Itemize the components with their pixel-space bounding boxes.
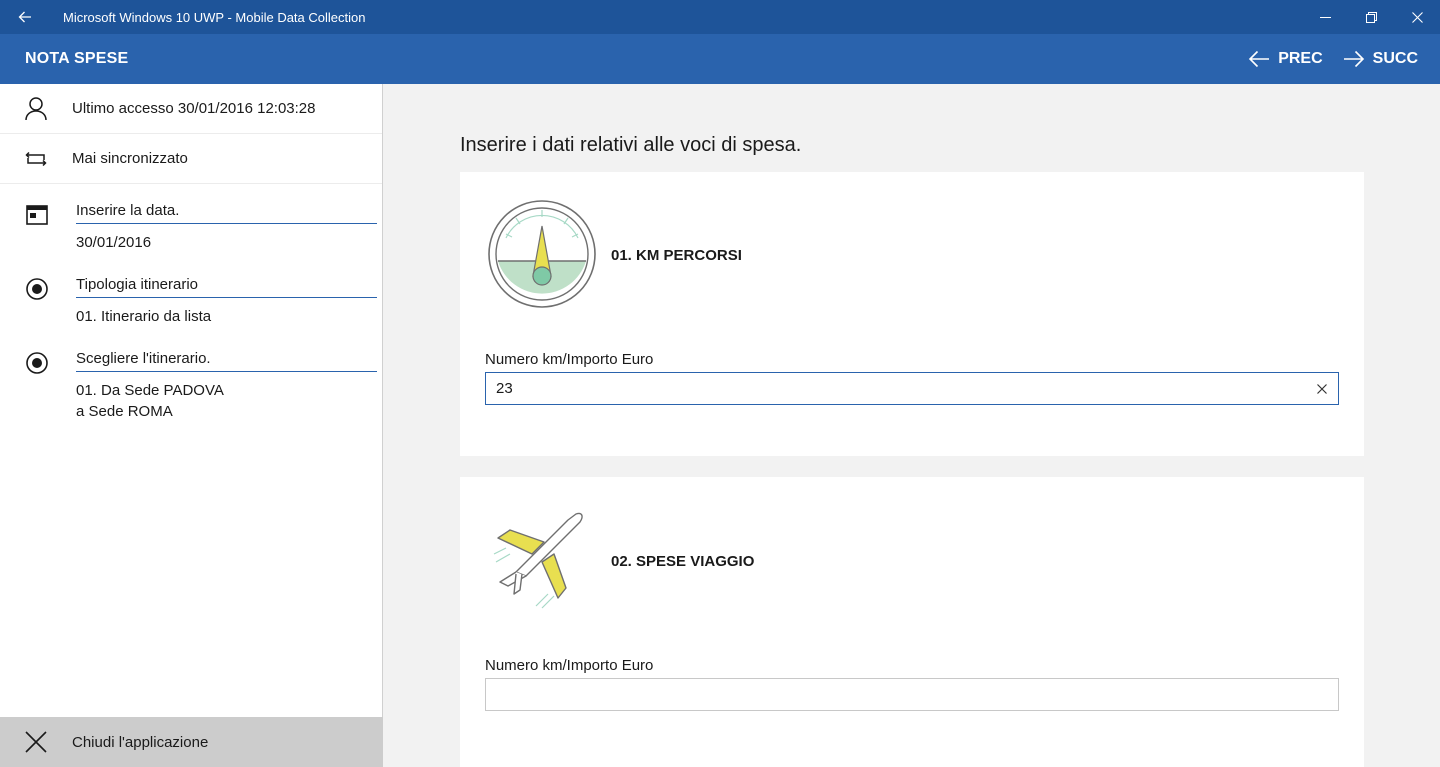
back-button[interactable] — [0, 0, 50, 34]
km-input-box — [485, 372, 1339, 405]
date-field-label: Inserire la data. — [76, 202, 377, 224]
restore-icon — [1365, 11, 1377, 23]
itinerary-label: Scegliere l'itinerario. — [76, 350, 377, 372]
sync-icon — [25, 151, 47, 166]
radio-selected-icon — [26, 278, 48, 300]
close-icon — [25, 731, 47, 753]
last-access-text: Ultimo accesso 30/01/2016 12:03:28 — [72, 100, 316, 117]
arrow-left-icon — [1249, 50, 1270, 68]
itinerary-value-line2: a Sede ROMA — [76, 403, 173, 420]
minimize-button[interactable] — [1302, 0, 1348, 34]
itinerary-value-line1: 01. Da Sede PADOVA — [76, 382, 224, 399]
user-icon — [25, 96, 47, 120]
next-button[interactable]: SUCC — [1333, 34, 1428, 84]
date-field-value: 30/01/2016 — [76, 234, 152, 251]
itinerary-type-value: 01. Itinerario da lista — [76, 308, 212, 325]
clear-input-button[interactable] — [1306, 373, 1338, 404]
radio-selected-icon — [26, 352, 48, 374]
travel-input-label: Numero km/Importo Euro — [485, 657, 654, 674]
km-input[interactable] — [486, 380, 1306, 397]
travel-input[interactable] — [486, 686, 1338, 703]
itinerary-field[interactable]: Scegliere l'itinerario. 01. Da Sede PADO… — [0, 350, 382, 422]
main-content: Inserire i dati relativi alle voci di sp… — [384, 84, 1440, 767]
prev-label: PREC — [1278, 50, 1323, 67]
minimize-icon — [1319, 16, 1331, 18]
clear-icon — [1317, 383, 1327, 394]
speedometer-icon — [488, 200, 596, 308]
page-title: NOTA SPESE — [25, 50, 129, 67]
arrow-left-icon — [18, 11, 31, 23]
km-input-label: Numero km/Importo Euro — [485, 351, 654, 368]
main-heading: Inserire i dati relativi alle voci di sp… — [460, 134, 802, 156]
itinerary-value: 01. Da Sede PADOVA a Sede ROMA — [76, 380, 382, 422]
date-field[interactable]: Inserire la data. 30/01/2016 — [0, 202, 382, 253]
next-label: SUCC — [1372, 50, 1418, 67]
sync-status-text: Mai sincronizzato — [72, 150, 188, 167]
close-window-button[interactable] — [1394, 0, 1440, 34]
calendar-icon — [26, 205, 48, 225]
window-titlebar: Microsoft Windows 10 UWP - Mobile Data C… — [0, 0, 1440, 34]
restore-button[interactable] — [1348, 0, 1394, 34]
close-app-label: Chiudi l'applicazione — [72, 733, 209, 751]
airplane-icon — [493, 512, 583, 609]
app-header: NOTA SPESE PREC SUCC — [0, 34, 1440, 84]
sync-row[interactable]: Mai sincronizzato — [0, 134, 382, 184]
close-icon — [1411, 11, 1423, 23]
card-title-travel: 02. SPESE VIAGGIO — [611, 553, 755, 570]
close-app-button[interactable]: Chiudi l'applicazione — [0, 717, 383, 767]
last-access-row: Ultimo accesso 30/01/2016 12:03:28 — [0, 84, 382, 134]
itinerary-type-label: Tipologia itinerario — [76, 276, 377, 298]
expense-card-travel: 02. SPESE VIAGGIO Numero km/Importo Euro — [460, 477, 1364, 767]
itinerary-type-field[interactable]: Tipologia itinerario 01. Itinerario da l… — [0, 276, 382, 327]
travel-input-box — [485, 678, 1339, 711]
prev-button[interactable]: PREC — [1238, 34, 1332, 84]
arrow-right-icon — [1343, 50, 1364, 68]
card-title-km: 01. KM PERCORSI — [611, 247, 742, 264]
sidebar: Ultimo accesso 30/01/2016 12:03:28 Mai s… — [0, 84, 383, 767]
window-title: Microsoft Windows 10 UWP - Mobile Data C… — [63, 9, 366, 25]
expense-card-km: 01. KM PERCORSI Numero km/Importo Euro — [460, 172, 1364, 456]
